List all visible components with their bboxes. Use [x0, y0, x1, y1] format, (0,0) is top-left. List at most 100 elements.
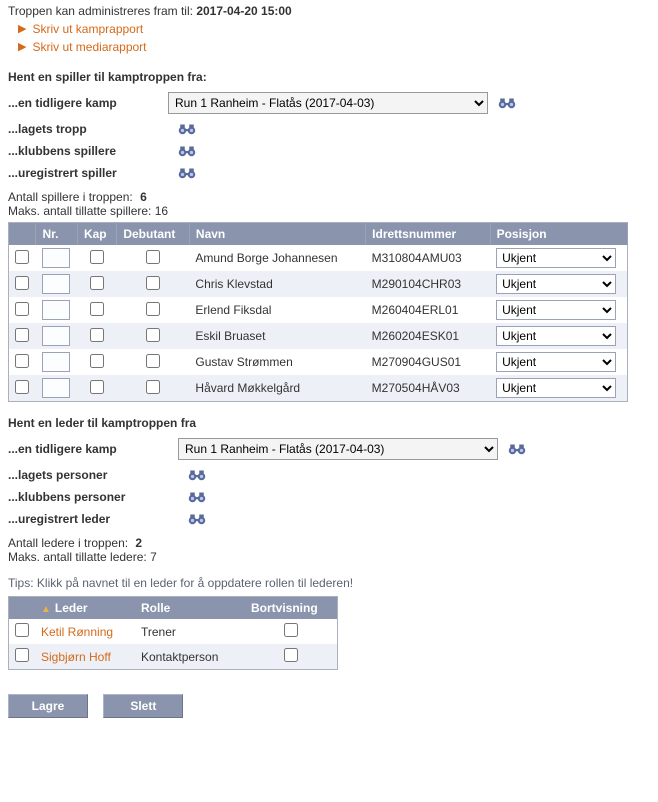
row-checkbox[interactable] [15, 302, 29, 316]
leader-prev-match-select[interactable]: Run 1 Ranheim - Flatås (2017-04-03) [178, 438, 498, 460]
play-icon: ▶ [18, 21, 26, 38]
debutant-checkbox[interactable] [146, 250, 160, 264]
debutant-checkbox[interactable] [146, 302, 160, 316]
nr-input[interactable] [42, 274, 70, 294]
player-name: Eskil Bruaset [189, 323, 365, 349]
player-name: Amund Borge Johannesen [189, 245, 365, 271]
unregistered-player-label: ...uregistrert spiller [8, 166, 168, 180]
debutant-checkbox[interactable] [146, 328, 160, 342]
player-count-label: Antall spillere i troppen: [8, 190, 133, 204]
unregistered-leader-label: ...uregistrert leder [8, 512, 178, 526]
player-count-value: 6 [140, 190, 147, 204]
team-squad-label: ...lagets tropp [8, 122, 168, 136]
position-select[interactable]: Ukjent [496, 274, 616, 294]
row-checkbox[interactable] [15, 250, 29, 264]
prev-match-select[interactable]: Run 1 Ranheim - Flatås (2017-04-03) [168, 92, 488, 114]
row-checkbox[interactable] [15, 623, 29, 637]
bortvisning-checkbox[interactable] [284, 623, 298, 637]
binoculars-icon[interactable] [178, 166, 196, 180]
bortvisning-checkbox[interactable] [284, 648, 298, 662]
leader-role: Trener [135, 619, 245, 644]
position-select[interactable]: Ukjent [496, 352, 616, 372]
binoculars-icon[interactable] [188, 490, 206, 504]
binoculars-icon[interactable] [188, 512, 206, 526]
debutant-checkbox[interactable] [146, 354, 160, 368]
print-match-report-link[interactable]: Skriv ut kamprapport [32, 20, 143, 38]
nr-input[interactable] [42, 378, 70, 398]
debutant-checkbox[interactable] [146, 380, 160, 394]
kap-checkbox[interactable] [90, 276, 104, 290]
binoculars-icon[interactable] [178, 144, 196, 158]
header-idrettsnummer[interactable]: Idrettsnummer [366, 223, 490, 246]
kap-checkbox[interactable] [90, 380, 104, 394]
row-checkbox[interactable] [15, 328, 29, 342]
kap-checkbox[interactable] [90, 354, 104, 368]
row-checkbox[interactable] [15, 380, 29, 394]
position-select[interactable]: Ukjent [496, 300, 616, 320]
header-checkbox-col [9, 223, 36, 246]
nr-input[interactable] [42, 248, 70, 268]
kap-checkbox[interactable] [90, 250, 104, 264]
header-nr[interactable]: Nr. [36, 223, 77, 246]
binoculars-icon[interactable] [498, 96, 516, 110]
tip-text: Tips: Klikk på navnet til en leder for å… [8, 576, 650, 590]
row-checkbox[interactable] [15, 354, 29, 368]
leader-header-leder[interactable]: ▲Leder [35, 597, 135, 620]
binoculars-icon[interactable] [188, 468, 206, 482]
table-row: Gustav StrømmenM270904GUS01 Ukjent [9, 349, 628, 375]
delete-button[interactable]: Slett [103, 694, 183, 718]
player-id: M310804AMU03 [366, 245, 490, 271]
player-name: Håvard Møkkelgård [189, 375, 365, 402]
row-checkbox[interactable] [15, 276, 29, 290]
debutant-checkbox[interactable] [146, 276, 160, 290]
nr-input[interactable] [42, 326, 70, 346]
player-max-line: Maks. antall tillatte spillere: 16 [8, 204, 650, 218]
player-id: M260204ESK01 [366, 323, 490, 349]
header-navn[interactable]: Navn [189, 223, 365, 246]
leader-name-link[interactable]: Sigbjørn Hoff [41, 650, 111, 664]
leader-name-link[interactable]: Ketil Rønning [41, 625, 113, 639]
leader-prev-match-label: ...en tidligere kamp [8, 442, 178, 456]
players-table: Nr. Kap Debutant Navn Idrettsnummer Posi… [8, 222, 628, 402]
position-select[interactable]: Ukjent [496, 326, 616, 346]
table-row: Chris KlevstadM290104CHR03 Ukjent [9, 271, 628, 297]
leader-role: Kontaktperson [135, 644, 245, 670]
position-select[interactable]: Ukjent [496, 378, 616, 398]
admin-until-line: Troppen kan administreres fram til: 2017… [8, 4, 650, 18]
player-max-label: Maks. antall tillatte spillere: [8, 204, 151, 218]
kap-checkbox[interactable] [90, 302, 104, 316]
admin-until-label: Troppen kan administreres fram til: [8, 4, 193, 18]
club-players-label: ...klubbens spillere [8, 144, 168, 158]
header-debutant[interactable]: Debutant [117, 223, 190, 246]
save-button[interactable]: Lagre [8, 694, 88, 718]
player-picker-header: Hent en spiller til kamptroppen fra: [8, 70, 650, 84]
print-media-report-link[interactable]: Skriv ut mediarapport [32, 38, 146, 56]
header-kap[interactable]: Kap [77, 223, 116, 246]
binoculars-icon[interactable] [508, 442, 526, 456]
nr-input[interactable] [42, 300, 70, 320]
table-row: Håvard MøkkelgårdM270504HÅV03Ukjent [9, 375, 628, 402]
table-row: Ketil Rønning Trener [9, 619, 338, 644]
leader-max-line: Maks. antall tillatte ledere: 7 [8, 550, 650, 564]
header-posisjon[interactable]: Posisjon [490, 223, 627, 246]
leader-header-checkbox-col [9, 597, 36, 620]
binoculars-icon[interactable] [178, 122, 196, 136]
player-id: M270904GUS01 [366, 349, 490, 375]
kap-checkbox[interactable] [90, 328, 104, 342]
player-count-line: Antall spillere i troppen: 6 [8, 190, 650, 204]
leader-header-bortvisning[interactable]: Bortvisning [245, 597, 338, 620]
table-row: Eskil BruasetM260204ESK01 Ukjent [9, 323, 628, 349]
leader-header-leder-text: Leder [55, 601, 88, 615]
player-id: M290104CHR03 [366, 271, 490, 297]
row-checkbox[interactable] [15, 648, 29, 662]
leader-count-line: Antall ledere i troppen: 2 [8, 536, 650, 550]
player-id: M260404ERL01 [366, 297, 490, 323]
player-name: Chris Klevstad [189, 271, 365, 297]
leader-max-label: Maks. antall tillatte ledere: [8, 550, 147, 564]
leader-count-label: Antall ledere i troppen: [8, 536, 128, 550]
player-name: Gustav Strømmen [189, 349, 365, 375]
leader-max-value: 7 [150, 550, 157, 564]
position-select[interactable]: Ukjent [496, 248, 616, 268]
leader-header-rolle[interactable]: Rolle [135, 597, 245, 620]
nr-input[interactable] [42, 352, 70, 372]
